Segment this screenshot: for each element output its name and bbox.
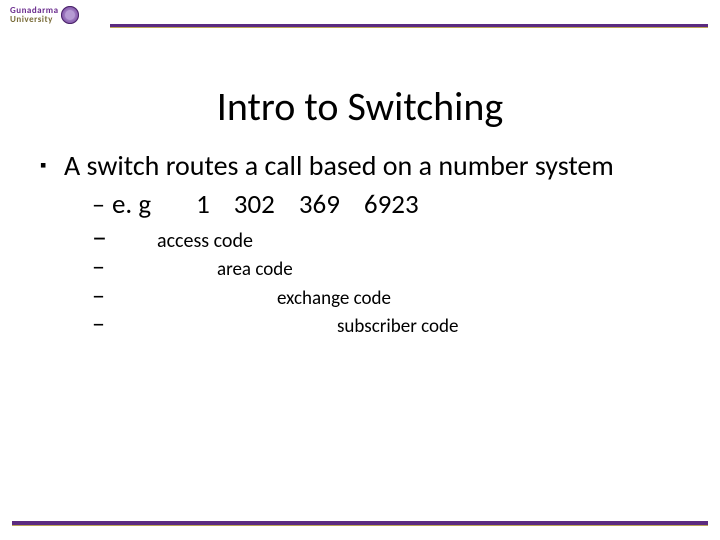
code-access-row: – access code	[92, 224, 690, 253]
header-divider	[110, 24, 708, 28]
university-logo: Gunadarma University	[10, 6, 79, 24]
phone-number: 1 302 369 6923	[196, 189, 419, 222]
logo-text: Gunadarma University	[10, 6, 59, 24]
dash-bullet-icon: –	[92, 282, 112, 308]
code-subscriber: subscriber code	[337, 315, 458, 338]
slide-title: Intro to Switching	[0, 82, 720, 131]
slide-header: Gunadarma University	[0, 0, 720, 40]
num-subscriber: 6923	[364, 189, 419, 222]
footer-divider	[12, 521, 708, 526]
dash-bullet-icon: –	[92, 310, 112, 336]
code-exchange: exchange code	[277, 287, 391, 310]
square-bullet-icon: ▪	[40, 149, 64, 183]
code-area: area code	[217, 258, 293, 281]
num-area: 302	[234, 189, 275, 222]
logo-line2: University	[10, 15, 59, 24]
code-exchange-row: – exchange code	[92, 282, 690, 310]
example-label: e. g	[112, 189, 151, 222]
dash-bullet-icon: –	[92, 224, 112, 251]
code-labels: – access code – area code – exchange cod…	[92, 224, 690, 338]
code-access: access code	[157, 229, 253, 253]
dash-bullet-icon: –	[92, 189, 112, 221]
dash-bullet-icon: –	[92, 253, 112, 279]
code-subscriber-row: – subscriber code	[92, 310, 690, 338]
code-area-row: – area code	[92, 253, 690, 281]
num-exchange: 369	[299, 189, 340, 222]
logo-seal-icon	[61, 6, 79, 24]
slide-body: ▪ A switch routes a call based on a numb…	[0, 149, 720, 338]
bullet-level1: ▪ A switch routes a call based on a numb…	[40, 149, 690, 183]
bullet-text: A switch routes a call based on a number…	[64, 149, 690, 183]
example-row: – e. g 1 302 369 6923	[92, 189, 690, 222]
num-access: 1	[196, 189, 210, 222]
